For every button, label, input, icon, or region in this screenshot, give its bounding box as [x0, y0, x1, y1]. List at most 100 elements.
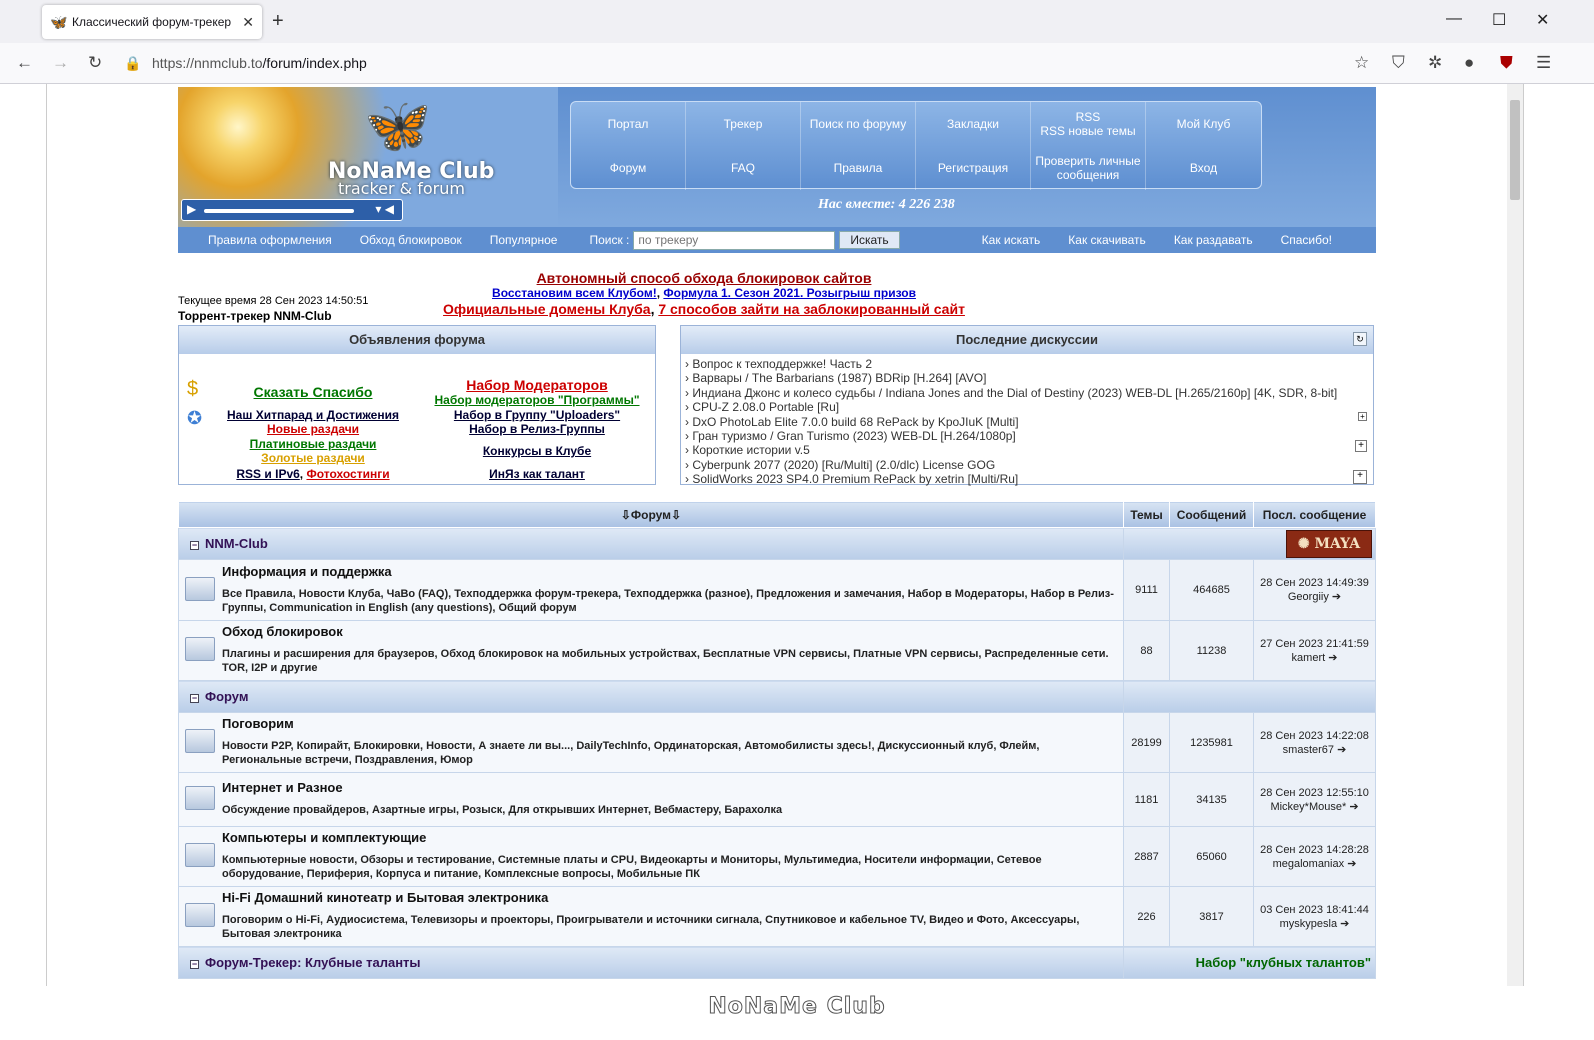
expand-icon[interactable]: + — [1355, 440, 1367, 452]
menu-icon[interactable]: ☰ — [1536, 53, 1551, 73]
link-moderators[interactable]: Набор Модераторов — [466, 377, 608, 393]
menu-my-club[interactable]: Мой Клуб — [1146, 102, 1261, 146]
forward-icon[interactable]: → — [52, 53, 69, 73]
subforum-list[interactable]: Поговорим о Hi-Fi, Аудиосистема, Телевиз… — [222, 913, 1118, 941]
menu-register[interactable]: Регистрация — [916, 146, 1031, 190]
last-post-user[interactable]: kamert — [1292, 652, 1326, 664]
link-mod-programs[interactable]: Набор модераторов "Программы" — [434, 393, 639, 407]
goto-post-icon[interactable]: ➔ — [1347, 858, 1356, 870]
goto-post-icon[interactable]: ➔ — [1332, 591, 1341, 603]
subnav-how-seed[interactable]: Как раздавать — [1160, 233, 1267, 247]
forum-name[interactable]: Hi-Fi Домашний кинотеатр и Бытовая элект… — [222, 890, 1118, 905]
new-tab-icon[interactable]: + — [272, 10, 284, 33]
goto-post-icon[interactable]: ➔ — [1328, 652, 1337, 664]
category-nnm-club[interactable]: − NNM-Club — [178, 527, 1124, 560]
menu-login[interactable]: Вход — [1146, 146, 1261, 190]
link-new-releases[interactable]: Новые раздачи — [267, 422, 359, 436]
last-post-user[interactable]: smaster67 — [1283, 744, 1334, 756]
announce-link-restore[interactable]: Восстановим всем Клубом! — [492, 286, 657, 300]
menu-private-messages[interactable]: Проверить личные сообщения — [1031, 146, 1146, 190]
discussion-item[interactable]: › DxO PhotoLab Elite 7.0.0 build 68 RePa… — [685, 415, 1373, 429]
forum-name[interactable]: Информация и поддержка — [222, 564, 1118, 579]
subforum-list[interactable]: Компьютерные новости, Обзоры и тестирова… — [222, 853, 1118, 881]
address-bar[interactable]: https://nnmclub.to/forum/index.php — [152, 55, 367, 71]
forum-name[interactable]: Поговорим — [222, 716, 1118, 731]
link-uploaders[interactable]: Набор в Группу "Uploaders" — [454, 408, 620, 422]
ublock-icon[interactable]: ⛊ — [1500, 53, 1513, 73]
last-post-user[interactable]: Georgiiy — [1288, 591, 1329, 603]
menu-forum[interactable]: Форум — [571, 146, 686, 190]
subforum-list[interactable]: Обсуждение провайдеров, Азартные игры, Р… — [222, 803, 782, 817]
subnav-how-search[interactable]: Как искать — [968, 233, 1055, 247]
player-progress[interactable] — [204, 209, 354, 213]
page-scrollbar[interactable] — [1507, 84, 1523, 986]
refresh-icon[interactable]: ↻ — [1353, 332, 1367, 346]
head-forum[interactable]: ⇩Форум⇩ — [178, 501, 1124, 528]
category-talents[interactable]: − Форум-Трекер: Клубные таланты — [178, 946, 1124, 979]
profile-icon[interactable]: ● — [1464, 53, 1474, 73]
link-hitparade[interactable]: Наш Хитпарад и Достижения — [227, 408, 399, 422]
link-photohosting[interactable]: Фотохостинги — [306, 467, 389, 481]
scrollbar-thumb[interactable] — [1510, 100, 1520, 200]
collapse-icon[interactable]: − — [190, 960, 199, 969]
menu-rules[interactable]: Правила — [801, 146, 916, 190]
discussion-item[interactable]: › Короткие истории v.5 — [685, 443, 1373, 457]
subnav-thanks[interactable]: Спасибо! — [1267, 233, 1346, 247]
forum-name[interactable]: Интернет и Разное — [222, 780, 782, 795]
last-post-user[interactable]: myskypesla — [1280, 918, 1337, 930]
extension-icon[interactable]: ✲ — [1428, 53, 1442, 73]
subnav-how-download[interactable]: Как скачивать — [1054, 233, 1160, 247]
goto-post-icon[interactable]: ➔ — [1349, 801, 1358, 813]
discussion-item[interactable]: › Гран туризмо / Gran Turismo (2023) WEB… — [685, 429, 1373, 443]
link-platinum[interactable]: Платиновые раздачи — [250, 437, 377, 451]
discussion-item[interactable]: › SolidWorks 2023 SP4.0 Premium RePack b… — [685, 472, 1373, 486]
back-icon[interactable]: ← — [16, 53, 33, 73]
audio-player[interactable]: ▶ ▾ ◀ — [181, 199, 403, 221]
shield-icon[interactable]: ⛉ — [1392, 53, 1405, 73]
goto-post-icon[interactable]: ➔ — [1337, 744, 1346, 756]
search-input[interactable] — [633, 230, 836, 250]
close-window-icon[interactable]: ✕ — [1536, 10, 1549, 30]
maya-banner[interactable]: ✺ MAYA — [1286, 529, 1372, 558]
announce-link-7ways[interactable]: 7 способов зайти на заблокированный сайт — [658, 301, 965, 317]
close-tab-icon[interactable]: ✕ — [242, 14, 254, 31]
discussion-item[interactable]: › Cyberpunk 2077 (2020) [Ru/Multi] (2.0/… — [685, 458, 1373, 472]
goto-post-icon[interactable]: ➔ — [1340, 918, 1349, 930]
play-icon[interactable]: ▶ — [187, 202, 196, 216]
announce-link-domains[interactable]: Официальные домены Клуба — [443, 301, 651, 317]
talents-recruit-link[interactable]: Набор "клубных талантов" — [1123, 946, 1376, 979]
subnav-bypass[interactable]: Обход блокировок — [346, 233, 476, 247]
volume-icon[interactable]: ▾ ◀ — [375, 202, 394, 216]
link-release-groups[interactable]: Набор в Релиз-Группы — [469, 422, 605, 436]
discussion-item[interactable]: › Индиана Джонс и колесо судьбы / Indian… — [685, 386, 1373, 400]
menu-faq[interactable]: FAQ — [686, 146, 801, 190]
discussion-item[interactable]: › CPU-Z 2.08.0 Portable [Ru] — [685, 400, 1373, 414]
search-button[interactable]: Искать — [839, 231, 900, 249]
link-contests[interactable]: Конкурсы в Клубе — [483, 444, 591, 458]
link-rss-ipv6[interactable]: RSS и IPv6 — [236, 467, 299, 481]
browser-tab[interactable]: 🦋 Классический форум-трекер ✕ — [42, 5, 262, 39]
last-post-user[interactable]: Mickey*Mouse* — [1270, 801, 1346, 813]
forum-name[interactable]: Компьютеры и комплектующие — [222, 830, 1118, 845]
subnav-popular[interactable]: Популярное — [476, 233, 572, 247]
menu-forum-search[interactable]: Поиск по форуму — [801, 102, 916, 146]
expand-small-icon[interactable]: + — [1358, 412, 1367, 421]
link-languages[interactable]: ИнЯз как талант — [489, 467, 585, 481]
expand-large-icon[interactable]: + — [1353, 470, 1367, 484]
subforum-list[interactable]: Все Правила, Новости Клуба, ЧаВо (FAQ), … — [222, 587, 1118, 615]
discussion-item[interactable]: › Варвары / The Barbarians (1987) BDRip … — [685, 371, 1373, 385]
tracker-title[interactable]: Торрент-трекер NNM-Club — [178, 309, 332, 323]
announce-link-bypass[interactable]: Автономный способ обхода блокировок сайт… — [537, 270, 872, 286]
menu-portal[interactable]: Портал — [571, 102, 686, 146]
lock-icon[interactable]: 🔒 — [124, 55, 141, 72]
reload-icon[interactable]: ↻ — [88, 53, 102, 73]
collapse-icon[interactable]: − — [190, 541, 199, 550]
subforum-list[interactable]: Плагины и расширения для браузеров, Обхо… — [222, 647, 1118, 675]
menu-tracker[interactable]: Трекер — [686, 102, 801, 146]
bookmark-star-icon[interactable]: ☆ — [1354, 53, 1369, 73]
category-forum[interactable]: − Форум — [178, 680, 1124, 713]
announce-link-f1[interactable]: Формула 1. Сезон 2021. Розыгрыш призов — [663, 286, 916, 300]
discussion-item[interactable]: › Вопрос к техподдержке! Часть 2 — [685, 357, 1373, 371]
menu-bookmarks[interactable]: Закладки — [916, 102, 1031, 146]
collapse-icon[interactable]: − — [190, 694, 199, 703]
